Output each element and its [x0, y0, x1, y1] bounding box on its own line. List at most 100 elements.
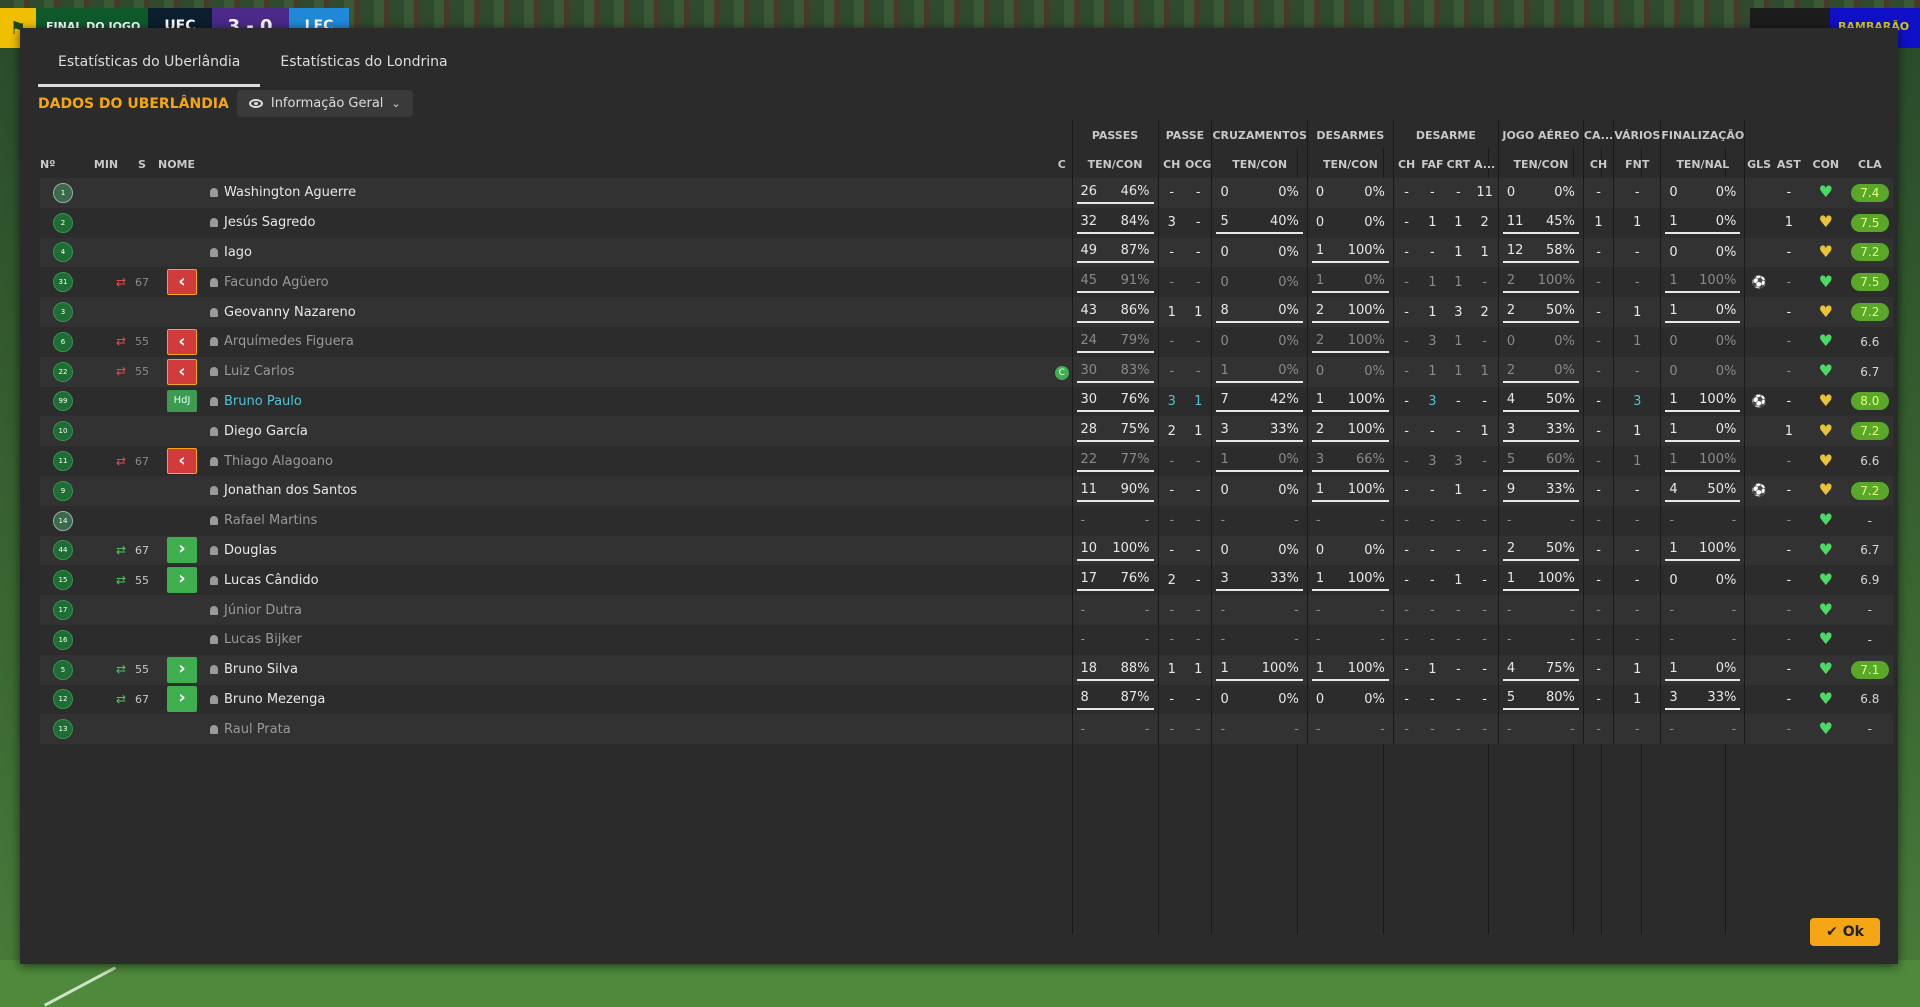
- player-name[interactable]: Bruno Silva: [224, 662, 298, 677]
- table-row[interactable]: 2 Jesús Sagredo 32 84% 3-5 40% 0 0% -1 1 2 11 45% 1 1 1…: [40, 207, 1893, 238]
- player-name-cell[interactable]: Jesús Sagredo: [206, 207, 1052, 238]
- player-name-cell[interactable]: Thiago Alagoano: [206, 446, 1052, 476]
- stats-dialog: Estatísticas do Uberlândia Estatísticas …: [20, 28, 1898, 964]
- player-name[interactable]: Bruno Mezenga: [224, 692, 325, 707]
- player-name[interactable]: Lucas Bijker: [224, 632, 302, 647]
- col-passe-ch[interactable]: CH: [1157, 150, 1185, 178]
- col-min[interactable]: MIN: [86, 150, 126, 178]
- col-desarmes-ten-con[interactable]: TEN/CON: [1306, 150, 1394, 178]
- col-ast[interactable]: AST: [1773, 150, 1805, 178]
- tackle-ch: -: [1392, 565, 1420, 596]
- col-nome[interactable]: NOME: [158, 150, 1052, 178]
- player-name-cell[interactable]: Raul Prata: [206, 714, 1052, 745]
- table-row[interactable]: 1 Washington Aguerre 26 46% - -0 0% 0 0% - - -11 0 0%…: [40, 178, 1893, 208]
- player-name-cell[interactable]: Bruno Mezenga: [206, 684, 1052, 715]
- player-name-cell[interactable]: Iago: [206, 237, 1052, 268]
- player-name-cell[interactable]: Arquímedes Figuera: [206, 326, 1052, 357]
- ok-button[interactable]: ✔ Ok: [1810, 918, 1880, 946]
- tab-home-stats[interactable]: Estatísticas do Uberlândia: [38, 54, 261, 87]
- stat-attempts: 3: [1220, 422, 1229, 438]
- player-name-cell[interactable]: Luiz Carlos: [206, 356, 1052, 387]
- player-name-cell[interactable]: Facundo Agüero: [206, 267, 1052, 298]
- table-row[interactable]: 6 ⇄ 55 ‹ Arquímedes Figuera 24 79% - -0 0% 2 100% -3…: [40, 326, 1893, 357]
- col-passes-ten-con[interactable]: TEN/CON: [1071, 150, 1158, 178]
- player-name-cell[interactable]: Bruno Paulo: [206, 386, 1052, 417]
- col-cla[interactable]: CLA: [1847, 150, 1893, 178]
- substitution-in-button[interactable]: ›: [167, 537, 197, 564]
- table-row[interactable]: 44 ⇄ 67 › Douglas 10 100% - -0 0% 0 0% - - - -2 50% - -1 10…: [40, 535, 1893, 566]
- table-row[interactable]: 3 Geovanny Nazareno 43 86% 1 1 8 0% 2 100% -1 3 2 2 50…: [40, 297, 1893, 327]
- col-desarme-crt[interactable]: CRT: [1445, 150, 1471, 178]
- table-row[interactable]: 22 ⇄ 55 ‹ Luiz Carlos C 30 83% - -1 0% 0 0% -1 1 1 2 0% - -…: [40, 356, 1893, 387]
- player-name-cell[interactable]: Lucas Bijker: [206, 624, 1052, 655]
- pass-ocg: -: [1185, 356, 1212, 387]
- player-name-cell[interactable]: Bruno Silva: [206, 654, 1052, 685]
- player-name[interactable]: Iago: [224, 245, 252, 260]
- player-name[interactable]: Facundo Agüero: [224, 275, 329, 290]
- player-name[interactable]: Geovanny Nazareno: [224, 305, 356, 320]
- table-row[interactable]: 17 Júnior Dutra - - - - - - - - - - - - - - - - - - - ♥ -: [40, 595, 1893, 625]
- col-ca-ch[interactable]: CH: [1582, 150, 1614, 178]
- player-name[interactable]: Jonathan dos Santos: [224, 483, 357, 498]
- player-icon: [210, 247, 218, 257]
- player-name-cell[interactable]: Jonathan dos Santos: [206, 475, 1052, 506]
- substitution-out-button[interactable]: ‹: [167, 269, 197, 296]
- player-name-cell[interactable]: Geovanny Nazareno: [206, 297, 1052, 327]
- player-name[interactable]: Washington Aguerre: [224, 185, 356, 200]
- player-name-cell[interactable]: Douglas: [206, 535, 1052, 566]
- player-name[interactable]: Bruno Paulo: [224, 394, 302, 409]
- col-aereo-ten-con[interactable]: TEN/CON: [1497, 150, 1584, 178]
- stat-percent: 0%: [1364, 691, 1385, 707]
- table-row[interactable]: 10 Diego García 28 75% 2 1 3 33% 2 100% - - -1 3 33% -1…: [40, 416, 1893, 447]
- col-con[interactable]: CON: [1805, 150, 1847, 178]
- tab-away-stats[interactable]: Estatísticas do Londrina: [260, 54, 467, 87]
- col-c[interactable]: C: [1052, 150, 1072, 178]
- col-fin-ten-nal[interactable]: TEN/NAL: [1660, 150, 1745, 178]
- table-row[interactable]: 4 Iago 49 87% - -0 0% 1 100% - -1 1 12 58% - -0 0% - ♥ 7.2: [40, 237, 1893, 268]
- table-row[interactable]: 13 Raul Prata - - - - - - - - - - - - - - - - - - - ♥ -: [40, 714, 1893, 745]
- player-name[interactable]: Luiz Carlos: [224, 364, 295, 379]
- table-row[interactable]: 15 ⇄ 55 › Lucas Cândido 17 76% 2-3 33% 1 100% - -1-1…: [40, 565, 1893, 596]
- player-name[interactable]: Arquímedes Figuera: [224, 334, 354, 349]
- player-name-cell[interactable]: Rafael Martins: [206, 505, 1052, 536]
- col-varios-fnt[interactable]: FNT: [1613, 150, 1661, 178]
- col-gls[interactable]: GLS: [1744, 150, 1773, 178]
- substitution-out-button[interactable]: ‹: [167, 328, 197, 355]
- stat-pair: 4 50%: [1502, 390, 1579, 413]
- col-desarme-a[interactable]: A...: [1471, 150, 1498, 178]
- col-cruz-ten-con[interactable]: TEN/CON: [1211, 150, 1308, 178]
- substitution-out-button[interactable]: ‹: [167, 358, 197, 385]
- player-name-cell[interactable]: Diego García: [206, 416, 1052, 447]
- stat-attempts: -: [1220, 513, 1226, 529]
- view-dropdown[interactable]: Informação Geral ⌄: [236, 90, 413, 117]
- col-desarme-faf[interactable]: FAF: [1419, 150, 1445, 178]
- table-row[interactable]: 99 HdJ Bruno Paulo 30 76% 3 1 7 42% 1 100% -3- -4 50%…: [40, 386, 1893, 417]
- table-row[interactable]: 5 ⇄ 55 › Bruno Silva 18 88% 1 1 1 100% 1 100% -1- -4 75…: [40, 654, 1893, 685]
- substitution-in-button[interactable]: ›: [167, 686, 197, 713]
- table-row[interactable]: 16 Lucas Bijker - - - - - - - - - - - - - - - - - - - ♥ -: [40, 624, 1893, 655]
- player-name[interactable]: Jesús Sagredo: [224, 215, 315, 230]
- table-row[interactable]: 14 Rafael Martins - - - - - - - - - - - - - - - - - - - ♥ -: [40, 505, 1893, 536]
- player-name-cell[interactable]: Lucas Cândido: [206, 565, 1052, 596]
- player-name[interactable]: Douglas: [224, 543, 277, 558]
- player-name[interactable]: Júnior Dutra: [224, 603, 302, 618]
- col-passe-ocg[interactable]: OCG: [1185, 150, 1212, 178]
- player-name-cell[interactable]: Washington Aguerre: [206, 178, 1052, 208]
- col-s[interactable]: S: [126, 150, 158, 178]
- player-name[interactable]: Raul Prata: [224, 722, 291, 737]
- table-row[interactable]: 31 ⇄ 67 ‹ Facundo Agüero 45 91% - -0 0% 1 0% -1 1-2 10…: [40, 267, 1893, 298]
- col-desarme-ch[interactable]: CH: [1392, 150, 1420, 178]
- substitution-in-button[interactable]: ›: [167, 656, 197, 683]
- substitution-out-button[interactable]: ‹: [167, 448, 197, 475]
- stat-percent: 0%: [1715, 213, 1737, 229]
- col-no[interactable]: Nº: [40, 150, 86, 178]
- player-name[interactable]: Thiago Alagoano: [224, 454, 333, 469]
- player-name-cell[interactable]: Júnior Dutra: [206, 595, 1052, 625]
- table-row[interactable]: 9 Jonathan dos Santos 11 90% - -0 0% 1 100% - -1-9…: [40, 475, 1893, 506]
- table-row[interactable]: 12 ⇄ 67 › Bruno Mezenga 8 87% - -0 0% 0 0% - - - -5 80% -…: [40, 684, 1893, 715]
- table-row[interactable]: 11 ⇄ 67 ‹ Thiago Alagoano 22 77% - -1 0% 3 66% -3 3-5…: [40, 446, 1893, 476]
- player-name[interactable]: Diego García: [224, 424, 308, 439]
- substitution-in-button[interactable]: ›: [167, 567, 197, 594]
- player-name[interactable]: Rafael Martins: [224, 513, 317, 528]
- player-name[interactable]: Lucas Cândido: [224, 573, 319, 588]
